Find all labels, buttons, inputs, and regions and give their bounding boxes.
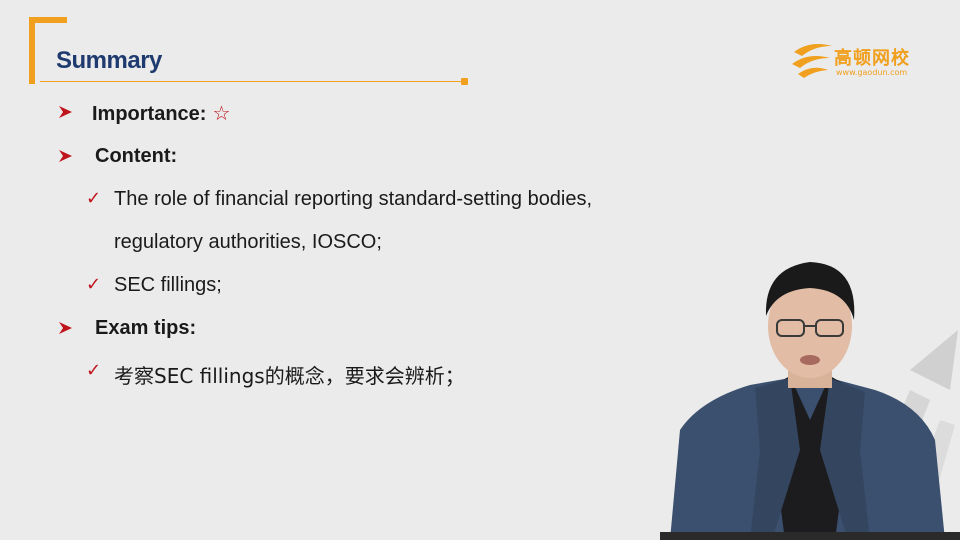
importance-label: Importance: [92,103,207,125]
logo-name: 高顿网校 [834,48,910,69]
gaodun-logo: 高顿网校 www.gaodun.com [790,38,920,82]
bullet-content: Content: [95,145,178,167]
content-item-role: The role of financial reporting standard… [114,188,593,210]
checkmark-icon: ✓ [86,360,102,381]
arrow-bullet-icon [59,322,72,334]
title-underline-dot [461,78,468,85]
arrow-bullet-icon [59,106,72,118]
content-item-sec: SEC fillings; [114,274,222,296]
bullet-importance: Importance: ☆ [92,101,230,126]
logo-swoosh-icon [792,44,832,78]
logo-url: www.gaodun.com [836,68,908,77]
arrow-bullet-icon [59,150,72,162]
exam-tip-item: 考察SEC fillings的概念，要求会辨析； [114,364,465,388]
presenter-video [660,262,960,540]
content-item-role-continued: regulatory authorities, IOSCO; [114,231,382,253]
star-icon: ☆ [212,101,231,125]
bullet-exam-tips: Exam tips: [95,317,197,339]
title-underline [40,81,464,82]
slide-title: Summary [56,47,162,74]
checkmark-icon: ✓ [86,188,102,209]
checkmark-icon: ✓ [86,274,102,295]
